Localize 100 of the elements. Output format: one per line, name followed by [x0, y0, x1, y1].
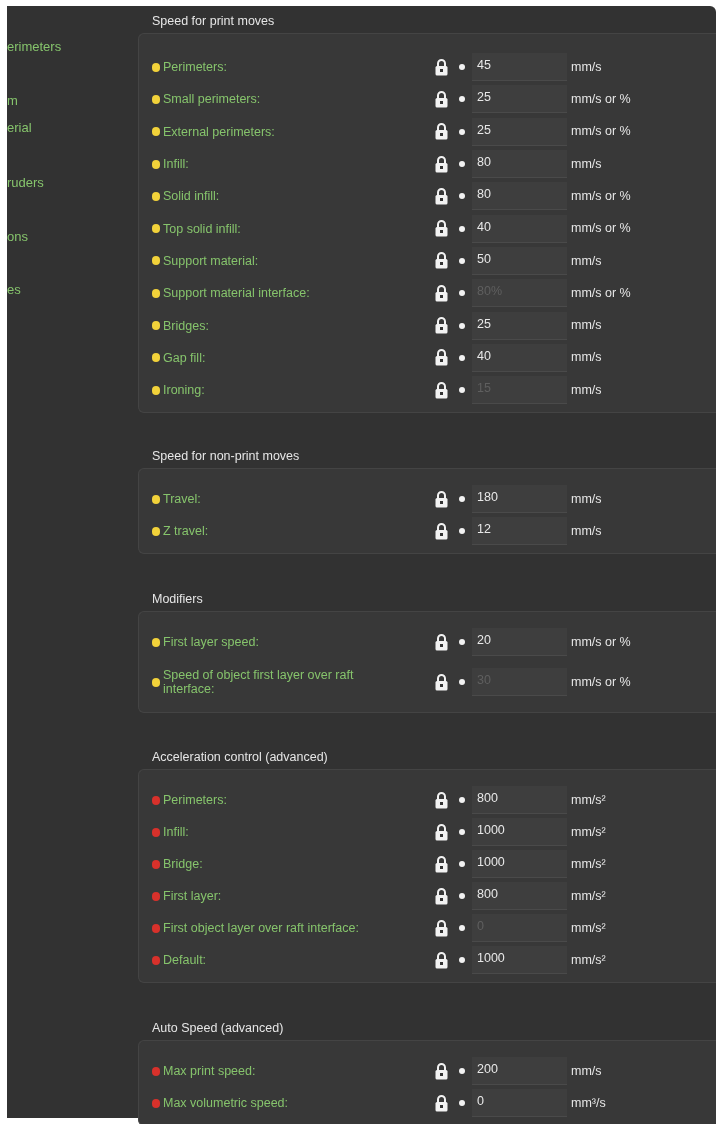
unit-label: mm/s or % [571, 187, 631, 205]
unit-label: mm/s or % [571, 123, 631, 141]
option-label: Perimeters: [163, 793, 228, 808]
value-field[interactable]: 1000 [472, 946, 567, 975]
lock-icon[interactable] [435, 919, 448, 937]
lock-icon[interactable] [435, 1094, 448, 1112]
lock-icon[interactable] [435, 381, 448, 399]
unit-label: mm/s² [571, 951, 606, 969]
lock-icon[interactable] [435, 155, 448, 173]
value-field[interactable]: 800 [472, 786, 567, 815]
value-field[interactable]: 180 [472, 485, 567, 514]
lock-icon[interactable] [435, 90, 448, 108]
lock-icon[interactable] [435, 220, 448, 238]
option-label: Speed of object first layer over raft interface: [163, 668, 355, 697]
lock-icon[interactable] [435, 317, 448, 334]
lock-icon[interactable] [435, 673, 448, 691]
unit-label: mm/s² [571, 919, 606, 937]
bullet-icon [459, 387, 465, 394]
lock-icon[interactable] [435, 791, 448, 809]
lock-icon[interactable] [435, 187, 448, 205]
value-field[interactable]: 0 [472, 1089, 567, 1118]
section-title: Auto Speed (advanced) [152, 1020, 285, 1037]
unit-label: mm/s [571, 490, 602, 508]
unit-label: mm/s [571, 381, 602, 399]
section-title: Speed for print moves [152, 13, 276, 29]
value-field[interactable]: 12 [472, 517, 567, 546]
value-field[interactable]: 1000 [472, 850, 567, 879]
unit-label: mm/s [571, 349, 602, 367]
option-label: First layer speed: [163, 635, 260, 650]
unit-label: mm/s [571, 317, 602, 335]
option-label: Default: [163, 953, 208, 968]
bullet-icon [459, 322, 465, 329]
lock-icon[interactable] [435, 951, 448, 969]
value-field[interactable]: 25 [472, 117, 567, 146]
option-label: Solid infill: [163, 189, 221, 204]
sidebar-item[interactable]: erimeters [7, 39, 118, 55]
value-field[interactable]: 80 [472, 150, 567, 179]
lock-icon[interactable] [435, 887, 448, 905]
value-field[interactable]: 50 [472, 246, 567, 275]
option-label: Support material: [163, 253, 260, 268]
bullet-icon [459, 290, 465, 297]
option-label: Perimeters: [163, 60, 228, 75]
unit-label: mm/s [571, 58, 602, 76]
unit-label: mm/s or % [571, 220, 631, 238]
lock-icon[interactable] [435, 58, 448, 76]
sidebar-item[interactable]: ons [7, 229, 118, 245]
bullet-icon [459, 354, 465, 361]
lock-icon[interactable] [435, 823, 448, 841]
bullet-icon [459, 639, 465, 646]
unit-label: mm³/s [571, 1094, 606, 1112]
unit-label: mm/s [571, 1062, 602, 1080]
lock-icon[interactable] [435, 123, 448, 141]
unit-label: mm/s [571, 522, 602, 540]
value-field[interactable]: 25 [472, 311, 567, 340]
option-label: Gap fill: [163, 350, 207, 365]
bullet-icon [459, 528, 465, 535]
value-field[interactable]: 40 [472, 214, 567, 243]
bullet-icon [459, 679, 465, 686]
bullet-icon [459, 225, 465, 232]
lock-icon[interactable] [435, 633, 448, 651]
lock-icon[interactable] [435, 284, 448, 302]
option-label: Infill: [163, 825, 190, 840]
value-field[interactable]: 45 [472, 53, 567, 82]
bullet-icon [459, 496, 465, 503]
option-label: Z travel: [163, 524, 210, 539]
bullet-icon [459, 64, 465, 71]
value-field[interactable]: 80 [472, 182, 567, 211]
lock-icon[interactable] [435, 1062, 448, 1080]
sidebar-item[interactable]: ruders [7, 175, 118, 191]
option-label: Bridge: [163, 857, 204, 872]
option-label: External perimeters: [163, 124, 276, 139]
lock-icon[interactable] [435, 490, 448, 508]
value-field[interactable]: 1000 [472, 818, 567, 847]
lock-icon[interactable] [435, 349, 448, 367]
section-title: Speed for non-print moves [152, 448, 301, 465]
option-label: Ironing: [163, 383, 206, 398]
bullet-icon [459, 1068, 465, 1075]
section-title: Modifiers [152, 591, 204, 608]
lock-icon[interactable] [435, 522, 448, 540]
value-field[interactable]: 25 [472, 85, 567, 114]
value-field[interactable]: 200 [472, 1057, 567, 1086]
bullet-icon [459, 96, 465, 103]
bullet-icon [459, 829, 465, 836]
option-label: Infill: [163, 157, 190, 172]
unit-label: mm/s or % [571, 633, 631, 651]
lock-icon[interactable] [435, 252, 448, 270]
value-field[interactable]: 800 [472, 882, 567, 911]
option-label: Support material interface: [163, 286, 311, 301]
option-label: Small perimeters: [163, 92, 262, 107]
bullet-icon [459, 1100, 465, 1107]
unit-label: mm/s² [571, 887, 606, 905]
sidebar-item[interactable]: es [7, 282, 118, 298]
sidebar-item[interactable]: m [7, 93, 118, 109]
bullet-icon [459, 893, 465, 900]
section-title: Acceleration control (advanced) [152, 749, 329, 766]
lock-icon[interactable] [435, 855, 448, 873]
value-field[interactable]: 40 [472, 343, 567, 372]
sidebar-item[interactable]: erial [7, 120, 118, 136]
value-field[interactable]: 20 [472, 628, 567, 657]
bullet-icon [459, 861, 465, 868]
